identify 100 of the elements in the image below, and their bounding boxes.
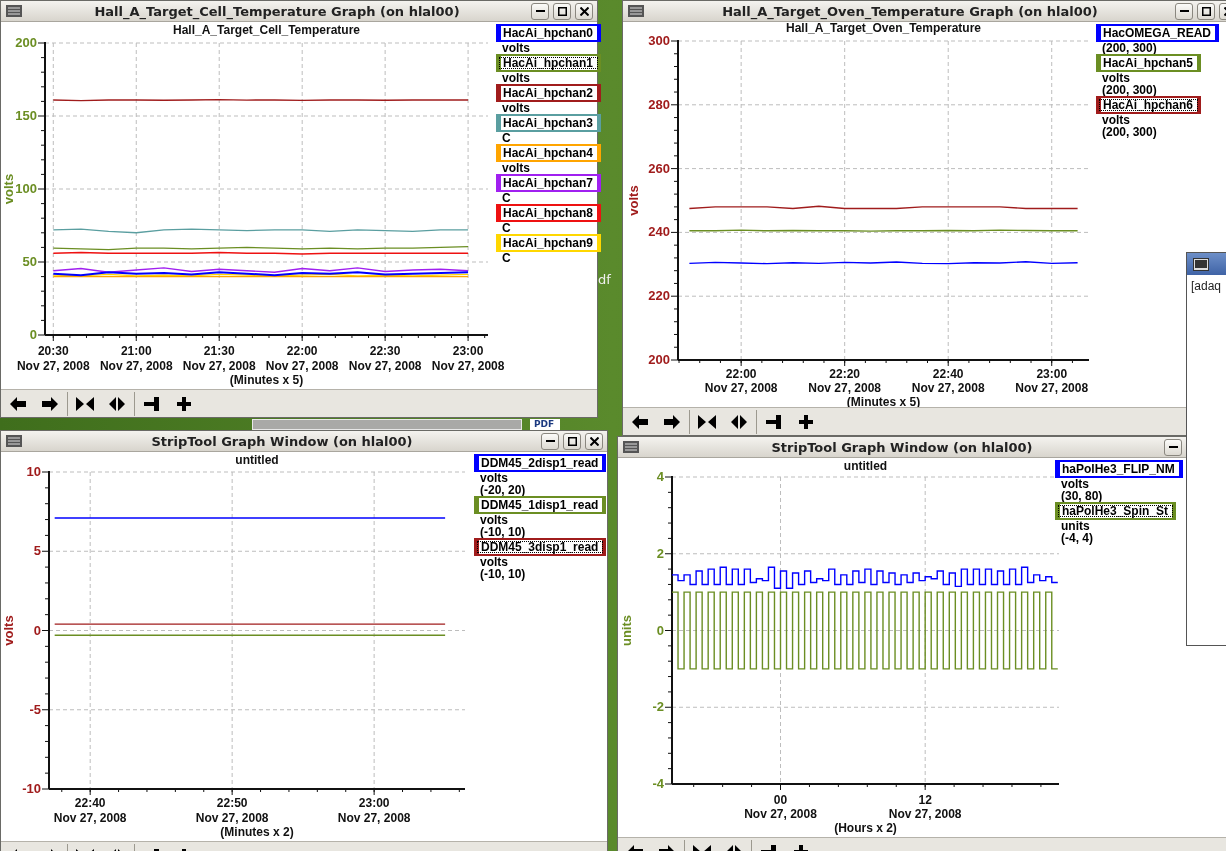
close-button[interactable]: [575, 2, 593, 20]
legend-units: volts: [501, 102, 530, 114]
legend-range: (30, 80): [1060, 490, 1103, 502]
window-title: Hall_A_Target_Oven_Temperature Graph (on hlal00): [721, 3, 1099, 19]
y-tick-label: 5: [33, 543, 41, 559]
x-axis-title: (Minutes x 5): [846, 395, 921, 408]
x-tick-label: 23:00: [358, 796, 390, 810]
minimize-icon: [1168, 446, 1178, 448]
window-title: Hall_A_Target_Cell_Temperature Graph (on hlal00): [93, 3, 461, 19]
maximize-icon: [1201, 6, 1211, 16]
y-tick-label: -10: [22, 781, 41, 796]
legend-entry[interactable]: HacAi_hpchan8: [496, 204, 602, 222]
x-tick-date: Nov 27, 2008: [265, 359, 339, 373]
chart-title: Hall_A_Target_Oven_Temperature: [786, 22, 981, 35]
x-axis-title: (Minutes x 2): [220, 825, 294, 839]
y-tick-label: 260: [648, 160, 670, 176]
legend-entry[interactable]: HacAi_hpchan6: [1096, 96, 1202, 114]
x-tick-date: Nov 27, 2008: [53, 811, 127, 825]
legend-entry[interactable]: DDM45_3disp1_read: [474, 538, 607, 556]
end-bar-icon: [143, 395, 161, 412]
x-tick-date: Nov 27, 2008: [337, 811, 411, 825]
maximize-icon: [567, 436, 577, 446]
x-tick-date: Nov 27, 2008: [888, 807, 962, 821]
minimize-icon: [545, 440, 555, 442]
x-tick-label: 22:20: [829, 367, 861, 381]
legend-entry[interactable]: HacOMEGA_READ: [1096, 24, 1220, 42]
x-tick-date: Nov 27, 2008: [744, 807, 817, 821]
x-tick-date: Nov 27, 2008: [182, 359, 256, 373]
maximize-button[interactable]: [553, 2, 571, 20]
app-icon: [5, 434, 23, 448]
minimize-button[interactable]: [1175, 2, 1193, 20]
close-icon: [579, 6, 589, 16]
legend-entry[interactable]: DDM45_2disp1_read: [474, 454, 607, 472]
legend-entry[interactable]: HacAi_hpchan4: [496, 144, 602, 162]
legend-entry[interactable]: HacAi_hpchan7: [496, 174, 602, 192]
maximize-icon: [557, 6, 567, 16]
legend-units: volts: [501, 162, 530, 174]
chart-title: Hall_A_Target_Cell_Temperature: [173, 23, 360, 37]
legend-units: units: [1060, 520, 1090, 532]
legend-entry[interactable]: HacAi_hpchan1: [496, 54, 602, 72]
legend-entry[interactable]: DDM45_1disp1_read: [474, 496, 607, 514]
y-tick-label: 200: [15, 35, 37, 50]
legend-units: volts: [479, 556, 508, 568]
x-tick-label: 12: [918, 793, 932, 807]
left-arrow-icon: [631, 413, 649, 430]
close-icon: [589, 436, 599, 446]
x-tick-date: Nov 27, 2008: [704, 381, 778, 395]
y-tick-label: 0: [29, 327, 37, 342]
x-axis-title: (Hours x 2): [834, 821, 897, 835]
desktop-icon-label[interactable]: df: [598, 272, 611, 287]
legend-entry[interactable]: HacAi_hpchan0: [496, 24, 602, 42]
x-tick-label: 22:30: [369, 344, 401, 358]
legend-entry[interactable]: HacAi_hpchan9: [496, 234, 602, 252]
legend-range: (-4, 4): [1060, 532, 1093, 544]
x-tick-label: 21:00: [120, 344, 152, 358]
x-tick-date: Nov 27, 2008: [911, 381, 985, 395]
legend-entry[interactable]: haPolHe3_FLIP_NM: [1055, 460, 1183, 478]
legend-entry[interactable]: HacAi_hpchan3: [496, 114, 602, 132]
outward-arrows-icon: [729, 413, 749, 430]
x-tick-date: Nov 27, 2008: [16, 359, 90, 373]
y-tick-label: 10: [26, 464, 41, 479]
x-axis-title: (Minutes x 5): [229, 373, 304, 387]
app-icon: [5, 4, 23, 18]
minimize-button[interactable]: [541, 432, 559, 450]
file-icon[interactable]: PDF: [530, 419, 560, 430]
y-tick-label: 200: [648, 352, 670, 367]
y-tick-label: 150: [15, 108, 37, 123]
y-tick-label: 100: [15, 181, 37, 196]
minimize-button[interactable]: [1164, 438, 1182, 456]
y-tick-label: 50: [22, 254, 37, 269]
x-tick-label: 00: [773, 793, 788, 807]
minimize-icon: [1179, 10, 1189, 12]
legend-entry[interactable]: HacAi_hpchan2: [496, 84, 602, 102]
close-button[interactable]: [585, 432, 603, 450]
x-tick-date: Nov 27, 2008: [348, 359, 422, 373]
legend-entry[interactable]: haPolHe3_Spin_St: [1055, 502, 1177, 520]
legend-units: C: [501, 252, 511, 264]
left-arrow-icon: [9, 395, 27, 412]
legend-range: (200, 300): [1101, 42, 1157, 54]
inward-arrows-icon: [697, 413, 717, 430]
y-tick-label: -4: [652, 776, 664, 791]
maximize-button[interactable]: [563, 432, 581, 450]
y-tick-label: 0: [656, 622, 664, 638]
right-arrow-icon: [663, 413, 681, 430]
y-axis-title: units: [619, 614, 634, 647]
legend-range: (200, 300): [1101, 84, 1157, 96]
y-axis-title: volts: [626, 185, 641, 216]
window-title: StripTool Graph Window (on hlal00): [150, 433, 414, 449]
x-tick-label: 23:00: [1036, 367, 1068, 381]
legend-entry[interactable]: HacAi_hpchan5: [1096, 54, 1202, 72]
y-tick-label: 300: [648, 33, 670, 48]
x-tick-label: 23:00: [452, 344, 484, 358]
app-icon: [622, 440, 640, 454]
x-tick-date: Nov 27, 2008: [99, 359, 173, 373]
minimize-icon: [535, 10, 545, 12]
terminal-icon: [1193, 257, 1209, 271]
minimize-button[interactable]: [531, 2, 549, 20]
y-axis-title: volts: [1, 173, 16, 205]
x-tick-label: 22:50: [216, 796, 248, 810]
maximize-button[interactable]: [1197, 2, 1215, 20]
